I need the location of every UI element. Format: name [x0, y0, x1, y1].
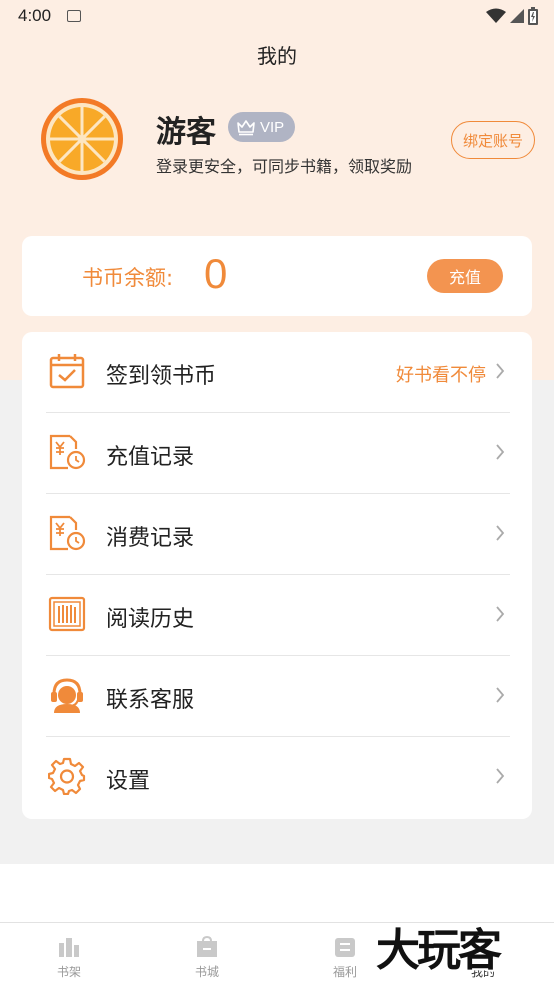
nav-tab-bookstore[interactable]: 书城 [138, 923, 276, 984]
balance-card: 书币余额: 0 充值 [22, 236, 532, 316]
menu-item-consumption-record[interactable]: 消费记录 [22, 494, 532, 575]
crown-icon [237, 120, 255, 136]
balance-label: 书币余额: [82, 266, 174, 290]
chevron-right-icon [496, 687, 505, 703]
calendar-check-icon [49, 354, 85, 389]
user-subtitle: 登录更安全，可同步书籍，领取奖励 [156, 157, 413, 176]
photo-notification-icon [67, 10, 82, 22]
menu-item-label: 消费记录 [106, 526, 195, 551]
menu-item-label: 设置 [106, 769, 151, 794]
chevron-right-icon [496, 363, 505, 379]
vip-badge: VIP [228, 112, 295, 142]
page-title: 我的 [257, 44, 297, 68]
consumption-record-icon [49, 515, 86, 551]
vip-label: VIP [260, 118, 285, 136]
menu-item-recharge-record[interactable]: 充值记录 [22, 413, 532, 494]
menu-item-label: 阅读历史 [106, 607, 195, 632]
welfare-icon [335, 938, 355, 957]
battery-icon [528, 7, 538, 25]
wifi-icon [486, 8, 506, 23]
menu-item-label: 充值记录 [106, 445, 195, 470]
chevron-right-icon [496, 444, 505, 460]
nav-tab-bookshelf[interactable]: 书架 [0, 923, 138, 984]
bind-account-button[interactable]: 绑定账号 [451, 121, 535, 159]
settings-gear-icon [48, 757, 86, 795]
status-bar: 4:00 [0, 0, 554, 32]
status-time: 4:00 [18, 6, 52, 25]
menu-item-label: 签到领书币 [106, 364, 217, 389]
recharge-record-icon [49, 434, 86, 470]
orange-avatar-icon[interactable] [40, 97, 124, 181]
menu-item-label: 联系客服 [106, 688, 195, 713]
menu-item-reading-history[interactable]: 阅读历史 [22, 575, 532, 656]
status-indicators [486, 7, 538, 25]
chevron-right-icon [496, 606, 505, 622]
signal-icon [510, 9, 524, 23]
customer-service-icon [51, 678, 83, 713]
reading-history-icon [48, 596, 86, 632]
nav-label: 书架 [56, 965, 81, 979]
bookstore-icon [197, 935, 217, 957]
user-name: 游客 [156, 115, 216, 150]
menu-item-sign-in[interactable]: 签到领书币 好书看不停 [22, 332, 532, 413]
nav-label: 福利 [332, 965, 357, 979]
menu-list: 签到领书币 好书看不停 充值记录 消费记录 阅读历史 联系客服 设置 [22, 332, 532, 819]
balance-value: 0 [204, 250, 228, 297]
watermark-logo: 大玩客 [376, 925, 502, 976]
recharge-button[interactable]: 充值 [427, 259, 503, 293]
nav-label: 书城 [194, 965, 219, 979]
bookshelf-icon [59, 938, 79, 957]
chevron-right-icon [496, 525, 505, 541]
chevron-right-icon [496, 768, 505, 784]
menu-item-settings[interactable]: 设置 [22, 737, 532, 818]
menu-item-extra: 好书看不停 [396, 365, 486, 386]
menu-item-customer-service[interactable]: 联系客服 [22, 656, 532, 737]
